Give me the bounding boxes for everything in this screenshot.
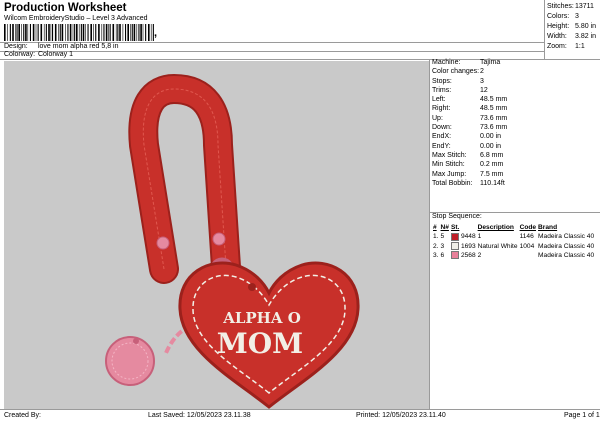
machine-specs: Machine: Tajima Color changes:2 Stops: 3 T… <box>432 58 600 188</box>
rivet-left <box>156 236 170 250</box>
heart-text-line1: ALPHA O <box>222 309 301 327</box>
stat-row: Zoom: 1:1 <box>547 43 585 50</box>
color-swatch <box>450 241 459 250</box>
divider <box>0 51 545 52</box>
column-header: Description <box>477 224 514 231</box>
colorway-value: Colorway 1 <box>37 51 73 58</box>
table-row: 3. 6 2568 2 Madeira Classic 40 <box>432 251 595 260</box>
stop-sequence-label: Stop Sequence: <box>432 213 482 220</box>
stat-row: Stitches:13711 <box>547 3 594 10</box>
seq-stitches: 1693 <box>450 241 477 251</box>
spec-row: Max Stitch: 6.8 mm <box>432 151 504 159</box>
stat-row: Width: 3.82 in <box>547 33 597 40</box>
spec-row: Right: 48.5 mm <box>432 105 508 113</box>
column-header: N# <box>440 224 449 231</box>
seq-stitches: 9448 <box>450 232 477 241</box>
table-row: 2. 3 1693 Natural White 1004 Madeira Classic … <box>432 241 595 251</box>
stats-panel: Stitches:13711 Colors: 3 Height: 5.80 in W… <box>547 2 600 52</box>
stats-divider <box>544 0 545 59</box>
spec-row: Left: 48.5 mm <box>432 96 508 104</box>
heart-hole <box>248 283 256 291</box>
printed-date: Printed: 12/05/2023 23.11.40 <box>356 412 446 419</box>
round-tag <box>105 336 155 386</box>
round-tag-hole <box>133 338 139 344</box>
keychain-embroidery: ALPHA O MOM <box>105 73 360 409</box>
seq-brand: Madeira Classic 40 <box>538 251 595 259</box>
design-row: Design: love mom alpha red 5,8 in <box>4 43 119 50</box>
spec-row: Total Bobbin: 110.14ft <box>432 179 505 187</box>
rivet-right <box>212 232 226 246</box>
seq-needle: 5 <box>440 233 445 241</box>
specs-divider <box>429 59 430 409</box>
spec-row: EndX: 0.00 in <box>432 133 502 141</box>
column-header: Code <box>519 224 537 231</box>
footer-divider <box>0 409 600 410</box>
spec-row: Color changes:2 <box>432 68 484 76</box>
design-value: love mom alpha red 5,8 in <box>37 43 119 50</box>
page-title: Production Worksheet <box>4 2 127 14</box>
seq-brand: Madeira Classic 40 <box>538 233 595 241</box>
page-number: Page 1 of 1 <box>564 412 600 419</box>
color-swatch <box>450 232 459 241</box>
spec-row: Stops: 3 <box>432 77 484 85</box>
column-header: St. <box>450 224 460 231</box>
design-label: Design: <box>4 43 28 50</box>
seq-code <box>519 251 537 260</box>
seq-code: 1146 <box>519 233 534 241</box>
table-row: 1. 5 9448 1 1146 Madeira Classic 40 <box>432 232 595 241</box>
spec-row: Down: 73.6 mm <box>432 124 508 132</box>
table-header: # N# St. Description Code Brand <box>432 223 595 232</box>
spec-row: Max Jump: 7.5 mm <box>432 170 504 178</box>
stat-row: Colors: 3 <box>547 13 579 20</box>
seq-code: 1004 <box>519 242 535 250</box>
seq-description: Natural White <box>477 242 518 250</box>
last-saved: Last Saved: 12/05/2023 23.11.38 <box>148 412 251 419</box>
spec-row: Machine: Tajima <box>432 59 501 66</box>
spec-row: EndY: 0.00 in <box>432 142 502 150</box>
created-by: Created By: <box>4 412 41 419</box>
color-swatch <box>450 251 459 260</box>
stop-sequence-table: # N# St. Description Code Brand 1. 5 9448 1… <box>432 223 595 260</box>
seq-num: 3. <box>433 251 439 259</box>
heart-text-line2: MOM <box>217 327 303 360</box>
seq-stitches: 2568 <box>450 251 477 260</box>
seq-needle: 6 <box>440 251 445 259</box>
barcode-tail: , <box>154 27 158 39</box>
seq-num: 2. <box>433 242 439 250</box>
colorway-row: Colorway: Colorway 1 <box>4 51 73 58</box>
seq-needle: 3 <box>440 242 445 250</box>
seq-description: 2 <box>477 251 482 259</box>
spec-row: Min Stitch: 0.2 mm <box>432 161 504 169</box>
seq-description: 1 <box>477 233 482 241</box>
column-header: # <box>433 224 437 231</box>
spec-row: Trims: 12 <box>432 86 488 94</box>
column-header: Brand <box>538 224 558 231</box>
software-subtitle: Wilcom EmbroideryStudio – Level 3 Advanc… <box>4 15 148 22</box>
seq-num: 1. <box>433 233 439 241</box>
barcode <box>4 24 154 41</box>
spec-row: Up: 73.6 mm <box>432 114 508 122</box>
seq-brand: Madeira Classic 40 <box>538 242 595 250</box>
colorway-label: Colorway: <box>4 51 36 58</box>
stat-row: Height: 5.80 in <box>547 23 597 30</box>
design-preview: ALPHA O MOM <box>4 61 429 409</box>
